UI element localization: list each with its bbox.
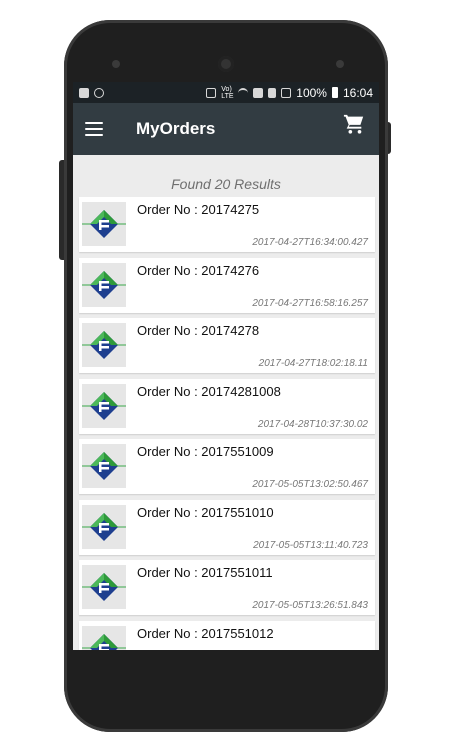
order-number: Order No : 20174281008 (137, 383, 281, 399)
whatsapp-icon (94, 87, 104, 98)
cart-icon[interactable] (343, 113, 365, 135)
clock: 16:04 (342, 85, 373, 100)
order-card[interactable]: Order No : 2017551009 2017-05-05T13:02:5… (79, 439, 375, 494)
app-title: MyOrders (136, 119, 216, 138)
order-thumbnail (82, 565, 126, 609)
company-logo-icon (82, 391, 126, 420)
page: Vo) LTE 100% 16:04 MyOrders Found 20 Res… (0, 0, 449, 749)
order-date: 2017-04-27T16:58:16.257 (252, 297, 368, 309)
sim-icon (253, 87, 264, 98)
company-logo-icon (82, 331, 126, 359)
wifi-icon (238, 87, 249, 98)
notification-icon (79, 87, 89, 98)
company-logo-icon (82, 512, 126, 541)
volte-label: Vo) LTE (221, 85, 234, 100)
order-date: 2017-05-05T13:26:51.843 (252, 600, 368, 611)
order-date: 2017-05-05T13:11:40.723 (253, 539, 368, 551)
status-bar: Vo) LTE 100% 16:04 (73, 82, 379, 103)
order-card[interactable]: Order No : 20174278 2017-04-27T18:02:18.… (79, 318, 375, 373)
signal-icon (268, 87, 277, 98)
battery-percent: 100% (296, 85, 327, 100)
order-number: Order No : 2017551010 (137, 504, 274, 520)
order-number: Order No : 2017551012 (137, 625, 274, 641)
order-thumbnail (82, 383, 126, 428)
screen: Vo) LTE 100% 16:04 MyOrders Found 20 Res… (73, 82, 379, 650)
front-camera (218, 56, 234, 72)
order-number: Order No : 20174275 (137, 202, 260, 217)
order-number: Order No : 2017551009 (137, 444, 274, 459)
order-date: 2017-04-27T16:34:00.427 (252, 237, 368, 248)
order-date: 2017-04-28T10:37:30.02 (257, 418, 368, 430)
sensor-dot (336, 60, 344, 68)
company-logo-icon (82, 633, 126, 650)
order-thumbnail (82, 202, 126, 246)
company-logo-icon (82, 452, 126, 480)
order-card[interactable]: Order No : 20174281008 2017-04-28T10:37:… (79, 378, 375, 434)
company-logo-icon (82, 270, 126, 299)
order-card[interactable]: Order No : 2017551010 2017-05-05T13:11:4… (79, 499, 375, 555)
sensor-dot (112, 60, 120, 68)
order-card[interactable]: Order No : 2017551011 2017-05-05T13:26:5… (79, 560, 375, 615)
order-thumbnail (82, 323, 126, 367)
order-number: Order No : 20174278 (137, 323, 260, 338)
battery-icon (331, 87, 338, 98)
order-card[interactable]: Order No : 20174276 2017-04-27T16:58:16.… (79, 257, 375, 313)
company-logo-icon (82, 573, 126, 601)
app-bar: MyOrders (73, 103, 379, 155)
order-card[interactable]: Order No : 2017551012 (79, 620, 375, 650)
order-date: 2017-04-27T18:02:18.11 (258, 358, 368, 369)
hamburger-menu-icon[interactable] (85, 122, 103, 136)
order-thumbnail (82, 444, 126, 488)
order-list: Order No : 20174275 2017-04-27T16:34:00.… (73, 197, 379, 650)
order-thumbnail (82, 625, 126, 650)
signal-icon-2 (281, 87, 292, 98)
company-logo-icon (82, 210, 126, 238)
order-number: Order No : 2017551011 (137, 565, 273, 580)
order-thumbnail (82, 504, 126, 549)
results-count: Found 20 Results (171, 176, 281, 192)
order-date: 2017-05-05T13:02:50.467 (252, 479, 368, 490)
order-card[interactable]: Order No : 20174275 2017-04-27T16:34:00.… (79, 197, 375, 252)
order-thumbnail (82, 262, 126, 307)
order-number: Order No : 20174276 (137, 262, 260, 278)
mute-icon (206, 87, 217, 98)
